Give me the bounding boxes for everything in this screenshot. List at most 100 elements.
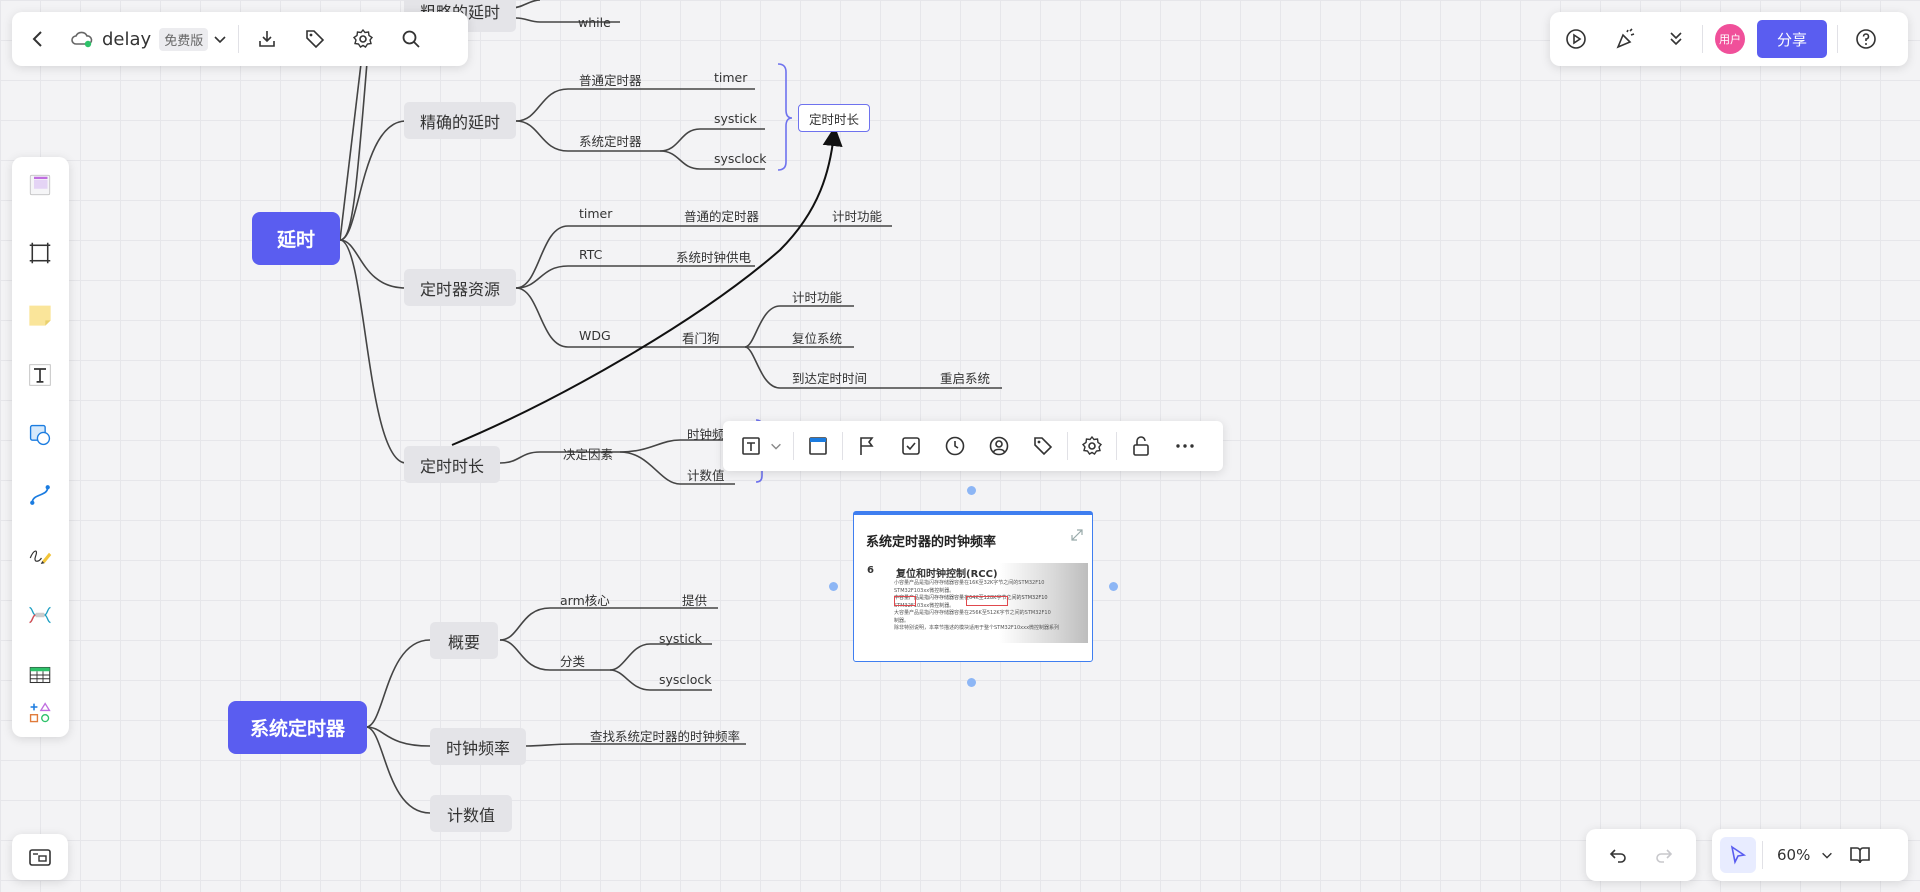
node-label: 延时 bbox=[276, 229, 315, 251]
tag-icon[interactable] bbox=[1025, 428, 1061, 464]
leaf-wdg-func2[interactable]: 复位系统 bbox=[792, 328, 842, 347]
node-label: 定时时长 bbox=[808, 111, 859, 127]
settings-gear-icon[interactable] bbox=[345, 21, 381, 57]
more-shapes-icon[interactable] bbox=[22, 695, 58, 731]
assignee-icon[interactable] bbox=[981, 428, 1017, 464]
summary-duration[interactable]: 定时时长 bbox=[798, 104, 870, 132]
doc-title-area[interactable]: delay 免费版 bbox=[70, 27, 228, 51]
text-style-icon[interactable] bbox=[733, 428, 769, 464]
leaf-provide[interactable]: 提供 bbox=[682, 590, 707, 609]
leaf-find-clock-freq[interactable]: 查找系统定时器的时钟频率 bbox=[590, 726, 740, 745]
help-icon[interactable] bbox=[1848, 21, 1884, 57]
flag-icon[interactable] bbox=[849, 428, 885, 464]
leaf-factor[interactable]: 决定因素 bbox=[563, 444, 613, 463]
mindmap-root-delay[interactable]: 延时 bbox=[252, 212, 340, 265]
leaf-count-value[interactable]: 计数值 bbox=[687, 465, 725, 484]
image-card-document: 6 复位和时钟控制(RCC) 小容量产品是指闪存存储器容量在16K至32K字节之… bbox=[866, 563, 1088, 643]
plan-badge: 免费版 bbox=[159, 27, 209, 51]
doc-chapter: 6 bbox=[867, 565, 874, 576]
select-pointer-icon[interactable] bbox=[1720, 837, 1756, 873]
left-tool-sidebar bbox=[12, 157, 69, 737]
resize-handle-bottom[interactable] bbox=[967, 678, 976, 687]
branch-duration[interactable]: 定时时长 bbox=[404, 446, 500, 483]
leaf-sysclock-2[interactable]: sysclock bbox=[659, 672, 712, 687]
text-tool-icon[interactable] bbox=[22, 357, 58, 393]
divider bbox=[1067, 432, 1068, 460]
leaf-timer[interactable]: timer bbox=[714, 70, 747, 85]
leaf-clock-freq[interactable]: 时钟频 bbox=[687, 424, 725, 443]
leaf-rtc-desc[interactable]: 系统时钟供电 bbox=[676, 247, 751, 266]
leaf-systick-timer[interactable]: 系统定时器 bbox=[579, 131, 642, 150]
checkbox-icon[interactable] bbox=[893, 428, 929, 464]
leaf-timer-desc[interactable]: 普通的定时器 bbox=[684, 206, 759, 225]
search-icon[interactable] bbox=[393, 21, 429, 57]
leaf-wdg-func3[interactable]: 到达定时时间 bbox=[792, 368, 867, 387]
settings-gear-icon[interactable] bbox=[1074, 428, 1110, 464]
top-right-toolbar: 用户 分享 bbox=[1550, 12, 1908, 66]
minimap-button[interactable] bbox=[12, 834, 68, 880]
leaf-wdg-func1[interactable]: 计时功能 bbox=[792, 287, 842, 306]
leaf-systick-2[interactable]: systick bbox=[659, 631, 702, 646]
celebrate-icon[interactable] bbox=[1608, 21, 1644, 57]
book-map-icon[interactable] bbox=[1842, 837, 1878, 873]
clock-icon[interactable] bbox=[937, 428, 973, 464]
doc-title[interactable]: delay bbox=[102, 29, 151, 50]
image-card[interactable]: 系统定时器的时钟频率 6 复位和时钟控制(RCC) 小容量产品是指闪存存储器容量… bbox=[853, 511, 1093, 662]
branch-clock-freq[interactable]: 时钟频率 bbox=[430, 728, 526, 765]
branch-timer-resources[interactable]: 定时器资源 bbox=[404, 269, 516, 306]
leaf-systick[interactable]: systick bbox=[714, 111, 757, 126]
avatar[interactable]: 用户 bbox=[1715, 24, 1745, 54]
shape-tool-icon[interactable] bbox=[22, 417, 58, 453]
sticky-note-icon[interactable] bbox=[20, 295, 60, 335]
branch-count[interactable]: 计数值 bbox=[430, 795, 512, 832]
expand-icon[interactable] bbox=[1070, 527, 1084, 541]
node-label: 定时器资源 bbox=[419, 279, 500, 299]
leaf-wdg[interactable]: WDG bbox=[579, 328, 611, 343]
chevron-down-icon[interactable] bbox=[212, 31, 228, 47]
chevron-down-icon[interactable] bbox=[1820, 848, 1834, 862]
present-play-icon[interactable] bbox=[1558, 21, 1594, 57]
mindmap-tool-icon[interactable] bbox=[22, 597, 58, 633]
leaf-timer-resource[interactable]: timer bbox=[579, 206, 612, 221]
share-label: 分享 bbox=[1776, 30, 1807, 49]
node-label: 时钟频率 bbox=[445, 738, 510, 758]
card-style-icon[interactable] bbox=[800, 428, 836, 464]
leaf-sysclock[interactable]: sysclock bbox=[714, 151, 767, 166]
resize-handle-top[interactable] bbox=[967, 486, 976, 495]
chevron-down-icon[interactable] bbox=[769, 439, 787, 453]
node-label: 系统定时器 bbox=[249, 718, 345, 740]
connector-tool-icon[interactable] bbox=[22, 477, 58, 513]
top-toolbar: delay 免费版 bbox=[12, 12, 468, 66]
table-tool-icon[interactable] bbox=[22, 657, 58, 693]
zoom-level[interactable]: 60% bbox=[1777, 846, 1810, 864]
leaf-rtc[interactable]: RTC bbox=[579, 247, 602, 262]
divider bbox=[1837, 25, 1838, 53]
divider bbox=[1762, 841, 1763, 869]
more-options-icon[interactable] bbox=[1167, 428, 1203, 464]
leaf-while[interactable]: while bbox=[578, 15, 611, 30]
resize-handle-left[interactable] bbox=[829, 582, 838, 591]
pen-tool-icon[interactable] bbox=[22, 537, 58, 573]
share-button[interactable]: 分享 bbox=[1757, 20, 1827, 58]
mindmap-root-systick[interactable]: 系统定时器 bbox=[228, 701, 367, 754]
unlock-icon[interactable] bbox=[1123, 428, 1159, 464]
download-icon[interactable] bbox=[249, 21, 285, 57]
branch-precise-delay[interactable]: 精确的延时 bbox=[404, 102, 516, 139]
undo-icon[interactable] bbox=[1600, 837, 1636, 873]
leaf-category[interactable]: 分类 bbox=[560, 651, 585, 670]
leaf-arm-core[interactable]: arm核心 bbox=[560, 590, 610, 609]
zoom-controls: 60% bbox=[1712, 829, 1908, 881]
tag-icon[interactable] bbox=[297, 21, 333, 57]
branch-overview[interactable]: 概要 bbox=[430, 622, 498, 659]
leaf-general-timer[interactable]: 普通定时器 bbox=[579, 70, 642, 89]
redo-icon[interactable] bbox=[1646, 837, 1682, 873]
leaf-timer-func[interactable]: 计时功能 bbox=[832, 206, 882, 225]
doc-body: 小容量产品是指闪存存储器容量在16K至32K字节之间的STM32F10 STM3… bbox=[894, 580, 1060, 631]
frame-icon[interactable] bbox=[22, 235, 58, 271]
double-chevron-down-icon[interactable] bbox=[1658, 21, 1694, 57]
leaf-wdg-restart[interactable]: 重启系统 bbox=[940, 368, 990, 387]
back-button[interactable] bbox=[20, 21, 56, 57]
leaf-wdg-desc[interactable]: 看门狗 bbox=[682, 328, 720, 347]
template-icon[interactable] bbox=[22, 167, 58, 203]
resize-handle-right[interactable] bbox=[1109, 582, 1118, 591]
